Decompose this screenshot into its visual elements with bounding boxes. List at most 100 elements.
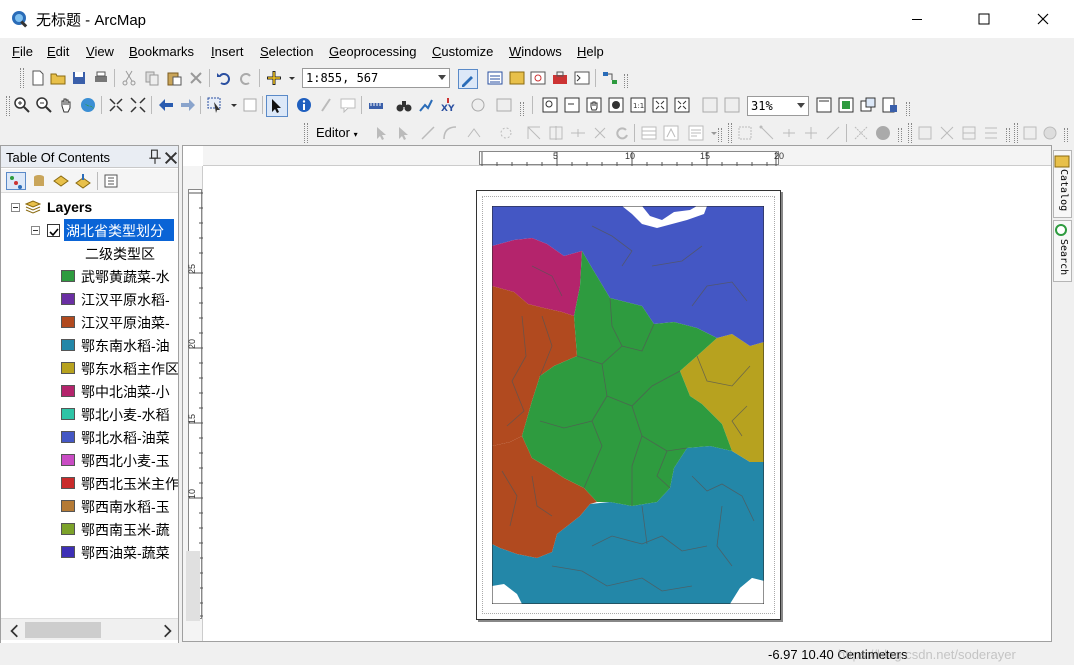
toolbar-overflow[interactable] <box>1064 128 1068 142</box>
georef-rotate-icon[interactable] <box>917 125 933 141</box>
save-icon[interactable] <box>71 70 87 86</box>
legend-item[interactable]: 鄂中北油菜-小 <box>1 380 178 402</box>
select-elements-arrow-icon[interactable] <box>266 95 288 117</box>
create-features-icon[interactable] <box>688 125 704 141</box>
legend-item[interactable]: 鄂北水稻-油菜 <box>1 426 178 448</box>
align-edge-icon[interactable] <box>825 125 841 141</box>
edit-annotation-icon[interactable] <box>395 125 411 141</box>
options-icon[interactable] <box>103 173 119 189</box>
layers-root[interactable]: Layers <box>1 196 178 218</box>
validate-topology-icon[interactable] <box>853 125 869 141</box>
layout-view[interactable]: 5 10 15 20 25 20 15 10 5 <box>182 145 1052 642</box>
new-document-icon[interactable] <box>30 70 46 86</box>
modify-edge-icon[interactable] <box>803 125 819 141</box>
measure-ruler-icon[interactable] <box>368 97 384 113</box>
topology-edit-icon[interactable] <box>759 125 775 141</box>
toolbar-grip[interactable] <box>728 123 732 143</box>
toolbar-overflow[interactable] <box>520 102 524 116</box>
edit-vertices-icon[interactable] <box>498 125 514 141</box>
toc-horizontal-scrollbar[interactable] <box>1 618 178 640</box>
legend-item[interactable]: 鄂西南水稻-玉 <box>1 495 178 517</box>
create-viewer-window-icon[interactable] <box>496 97 512 113</box>
data-driven-pages-icon[interactable] <box>882 97 898 113</box>
construction-tools-icon[interactable] <box>466 125 482 141</box>
straight-segment-icon[interactable] <box>420 125 436 141</box>
list-by-drawing-order-icon[interactable] <box>6 172 26 190</box>
go-to-xy-icon[interactable]: XY <box>440 97 456 113</box>
sketch-properties-icon[interactable] <box>663 125 679 141</box>
pan-hand-icon[interactable] <box>58 97 74 113</box>
fixed-zoom-out-icon[interactable] <box>130 97 146 113</box>
close-button[interactable] <box>1020 0 1066 38</box>
editor-menu-button[interactable]: Editor ▾ <box>316 125 358 140</box>
toolbar-overflow[interactable] <box>624 74 628 88</box>
clear-selection-icon[interactable] <box>242 97 258 113</box>
menu-edit[interactable]: Edit <box>47 44 69 59</box>
legend-item[interactable]: 武鄂黄蔬菜-水 <box>1 265 178 287</box>
add-data-icon[interactable] <box>266 70 282 86</box>
legend-item[interactable]: 鄂西北玉米主作 <box>1 472 178 494</box>
toolbar-grip[interactable] <box>1014 123 1018 143</box>
fixed-zoom-in-layout-icon[interactable] <box>652 97 668 113</box>
cut-polygons-icon[interactable] <box>548 125 564 141</box>
topology-select-icon[interactable] <box>737 125 753 141</box>
legend-item[interactable]: 江汉平原水稻- <box>1 288 178 310</box>
edit-tool-icon[interactable] <box>373 125 389 141</box>
scrollbar-thumb[interactable] <box>25 622 101 638</box>
chevron-down-icon[interactable] <box>706 125 717 141</box>
zoom-out-icon[interactable] <box>36 97 52 113</box>
select-features-icon[interactable] <box>207 97 223 113</box>
vertical-scrollbar-thumb[interactable] <box>186 551 200 621</box>
legend-swatch[interactable] <box>61 385 75 397</box>
layout-pan-icon[interactable] <box>586 97 602 113</box>
legend-item[interactable]: 鄂东南水稻-油 <box>1 334 178 356</box>
legend-item[interactable]: 鄂东水稻主作区 <box>1 357 178 379</box>
legend-swatch[interactable] <box>61 339 75 351</box>
legend-swatch[interactable] <box>61 523 75 535</box>
previous-extent-layout-icon[interactable] <box>702 97 718 113</box>
go-forward-arrow-icon[interactable] <box>180 97 196 113</box>
minimize-button[interactable] <box>894 0 940 38</box>
menu-help[interactable]: Help <box>577 44 604 59</box>
chevron-down-icon[interactable] <box>284 70 295 86</box>
toolbar-overflow[interactable] <box>718 128 722 142</box>
legend-item[interactable]: 鄂西南玉米-蔬 <box>1 518 178 540</box>
rotate-tool-icon[interactable] <box>592 125 608 141</box>
table-of-contents-icon[interactable] <box>487 70 503 86</box>
menu-view[interactable]: View <box>86 44 114 59</box>
delete-icon[interactable] <box>188 70 204 86</box>
search-window-icon[interactable] <box>530 70 546 86</box>
layer-visibility-checkbox[interactable] <box>47 224 60 237</box>
change-layout-icon[interactable] <box>860 97 876 113</box>
menu-customize[interactable]: Customize <box>432 44 493 59</box>
advanced-edit-icon[interactable] <box>1022 125 1038 141</box>
redo-icon[interactable] <box>238 70 254 86</box>
hyperlink-icon[interactable] <box>318 97 334 113</box>
maximize-button[interactable] <box>961 0 1007 38</box>
georef-shift-icon[interactable] <box>939 125 955 141</box>
legend-swatch[interactable] <box>61 270 75 282</box>
list-by-source-icon[interactable] <box>31 173 47 189</box>
find-route-icon[interactable] <box>418 97 434 113</box>
focus-data-frame-icon[interactable] <box>838 97 854 113</box>
legend-swatch[interactable] <box>61 454 75 466</box>
toolbar-overflow[interactable] <box>906 102 910 116</box>
layout-zoom-out-icon[interactable] <box>564 97 580 113</box>
data-frame-map[interactable] <box>492 206 764 604</box>
go-back-arrow-icon[interactable] <box>158 97 174 113</box>
layer-name[interactable]: 湖北省类型划分 <box>64 219 174 241</box>
toolbar-overflow[interactable] <box>898 128 902 142</box>
toolbar-overflow[interactable] <box>1006 128 1010 142</box>
layout-zoom-select[interactable]: 31% <box>747 96 809 116</box>
generalize-icon[interactable] <box>1042 125 1058 141</box>
find-binoculars-icon[interactable] <box>396 97 412 113</box>
end-point-arc-icon[interactable] <box>442 125 458 141</box>
legend-swatch[interactable] <box>61 362 75 374</box>
legend-swatch[interactable] <box>61 408 75 420</box>
chevron-down-icon[interactable] <box>226 97 237 113</box>
reshape-feature-icon[interactable] <box>526 125 542 141</box>
list-by-selection-icon[interactable] <box>75 173 91 189</box>
layer-row[interactable]: 湖北省类型划分 <box>1 219 178 241</box>
zoom-in-icon[interactable] <box>14 97 30 113</box>
layout-page[interactable] <box>476 190 781 620</box>
